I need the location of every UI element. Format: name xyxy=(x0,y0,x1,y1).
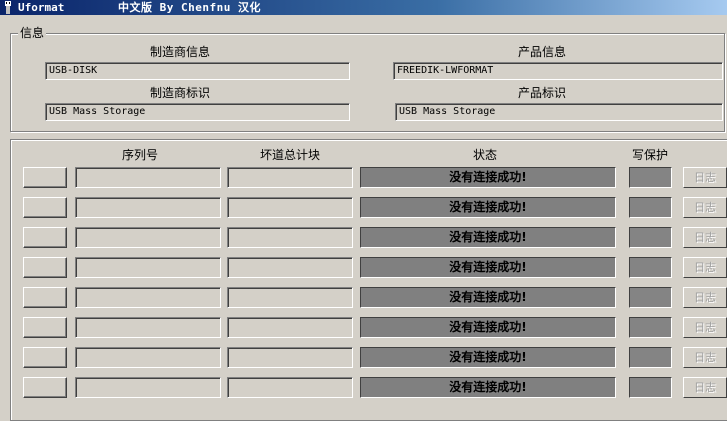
product-info-label: 产品信息 xyxy=(517,45,566,59)
write-protect-indicator xyxy=(629,377,672,398)
serial-number-field[interactable] xyxy=(75,257,221,278)
connection-status-field: 没有连接成功! xyxy=(360,197,616,218)
bad-blocks-field[interactable] xyxy=(227,287,353,308)
connection-status-field: 没有连接成功! xyxy=(360,287,616,308)
column-header-status: 状态 xyxy=(472,148,497,162)
product-info-field[interactable]: FREEDIK-LWFORMAT xyxy=(393,62,723,80)
window-title-credit: 中文版 By Chenfnu 汉化 xyxy=(118,1,261,14)
log-button[interactable]: 日志 xyxy=(683,287,727,308)
vendor-info-field[interactable]: USB-DISK xyxy=(45,62,350,80)
connection-status-field: 没有连接成功! xyxy=(360,227,616,248)
connection-status-field: 没有连接成功! xyxy=(360,317,616,338)
write-protect-indicator xyxy=(629,287,672,308)
column-header-write-protect: 写保护 xyxy=(631,148,668,162)
connection-status-field: 没有连接成功! xyxy=(360,167,616,188)
app-icon xyxy=(5,1,11,14)
write-protect-indicator xyxy=(629,347,672,368)
serial-number-field[interactable] xyxy=(75,347,221,368)
select-device-button[interactable] xyxy=(23,257,67,278)
select-device-button[interactable] xyxy=(23,377,67,398)
info-group-caption: 信息 xyxy=(18,26,47,40)
bad-blocks-field[interactable] xyxy=(227,197,353,218)
serial-number-field[interactable] xyxy=(75,227,221,248)
serial-number-field[interactable] xyxy=(75,377,221,398)
serial-number-field[interactable] xyxy=(75,317,221,338)
write-protect-indicator xyxy=(629,317,672,338)
select-device-button[interactable] xyxy=(23,197,67,218)
vendor-info-label: 制造商信息 xyxy=(149,45,210,59)
log-button[interactable]: 日志 xyxy=(683,347,727,368)
write-protect-indicator xyxy=(629,197,672,218)
title-bar[interactable]: Uformat 中文版 By Chenfnu 汉化 xyxy=(0,0,727,15)
log-button[interactable]: 日志 xyxy=(683,377,727,398)
window-title: Uformat xyxy=(18,1,65,14)
bad-blocks-field[interactable] xyxy=(227,377,353,398)
connection-status-field: 没有连接成功! xyxy=(360,257,616,278)
write-protect-indicator xyxy=(629,257,672,278)
log-button[interactable]: 日志 xyxy=(683,257,727,278)
bad-blocks-field[interactable] xyxy=(227,227,353,248)
column-header-serial: 序列号 xyxy=(121,148,158,162)
log-button[interactable]: 日志 xyxy=(683,167,727,188)
product-id-label: 产品标识 xyxy=(517,86,566,100)
write-protect-indicator xyxy=(629,167,672,188)
serial-number-field[interactable] xyxy=(75,197,221,218)
select-device-button[interactable] xyxy=(23,227,67,248)
log-button[interactable]: 日志 xyxy=(683,317,727,338)
product-id-field[interactable]: USB Mass Storage xyxy=(395,103,723,121)
select-device-button[interactable] xyxy=(23,287,67,308)
log-button[interactable]: 日志 xyxy=(683,197,727,218)
connection-status-field: 没有连接成功! xyxy=(360,377,616,398)
column-header-bad-blocks: 坏道总计块 xyxy=(259,148,320,162)
connection-status-field: 没有连接成功! xyxy=(360,347,616,368)
bad-blocks-field[interactable] xyxy=(227,257,353,278)
bad-blocks-field[interactable] xyxy=(227,347,353,368)
select-device-button[interactable] xyxy=(23,347,67,368)
vendor-id-field[interactable]: USB Mass Storage xyxy=(45,103,350,121)
write-protect-indicator xyxy=(629,227,672,248)
vendor-id-label: 制造商标识 xyxy=(149,86,210,100)
serial-number-field[interactable] xyxy=(75,287,221,308)
log-button[interactable]: 日志 xyxy=(683,227,727,248)
bad-blocks-field[interactable] xyxy=(227,167,353,188)
select-device-button[interactable] xyxy=(23,167,67,188)
select-device-button[interactable] xyxy=(23,317,67,338)
serial-number-field[interactable] xyxy=(75,167,221,188)
bad-blocks-field[interactable] xyxy=(227,317,353,338)
